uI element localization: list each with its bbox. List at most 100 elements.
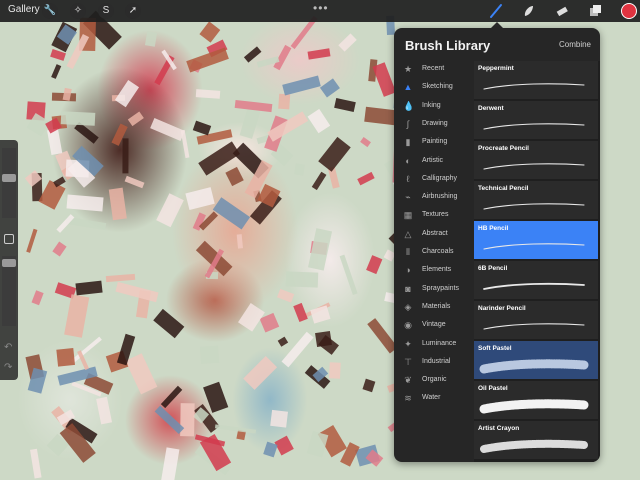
modify-button[interactable] — [4, 234, 14, 244]
brush-name: 6B Pencil — [478, 265, 508, 272]
paint-stroke — [317, 136, 350, 172]
paint-stroke — [363, 379, 377, 393]
paint-stroke — [114, 79, 140, 108]
paint-stroke — [56, 348, 76, 368]
brush-name: Oil Pastel — [478, 385, 508, 392]
brush-item[interactable]: Artist Crayon — [474, 421, 598, 459]
paint-stroke — [160, 447, 179, 480]
brush-name: Procreate Pencil — [478, 145, 529, 152]
category-label: Drawing — [422, 119, 448, 127]
combine-button[interactable]: Combine — [559, 40, 591, 49]
redo-icon[interactable]: ↷ — [4, 362, 12, 373]
sparkle-icon: ✦ — [404, 338, 412, 349]
selection-icon[interactable]: S — [98, 3, 114, 19]
top-toolbar: Gallery 🔧 ✧ S ➚ ••• — [0, 0, 640, 22]
category-industrial[interactable]: ⊤ Industrial — [394, 355, 472, 371]
brush-item[interactable]: Procreate Pencil — [474, 141, 598, 179]
paintbrush-icon: ▮ — [405, 137, 411, 148]
brush-item[interactable]: Technical Pencil — [474, 181, 598, 219]
brush-name: Soft Pastel — [478, 345, 512, 352]
paint-stroke — [51, 64, 62, 80]
category-label: Luminance — [422, 339, 457, 347]
brush-name: HB Pencil — [478, 225, 509, 232]
brush-list: Peppermint Derwent Procreate Pencil Technic… — [474, 61, 600, 462]
brush-item[interactable]: Narinder Pencil — [474, 301, 598, 339]
category-drawing[interactable]: ∫ Drawing — [394, 117, 472, 133]
paint-stroke — [365, 449, 385, 467]
category-sketching[interactable]: ▲ Sketching — [394, 80, 472, 96]
paint-stroke — [294, 163, 306, 176]
eraser-icon[interactable] — [554, 3, 570, 19]
category-materials[interactable]: ◈ Materials — [394, 300, 472, 316]
brush-name: Narinder Pencil — [478, 305, 526, 312]
paint-stroke — [262, 441, 278, 457]
category-elements[interactable]: ◑ Elements — [394, 263, 472, 279]
undo-icon[interactable]: ↶ — [4, 342, 12, 353]
texture-icon: ▦ — [403, 210, 413, 221]
star-icon: ★ — [403, 64, 413, 74]
paint-stroke — [199, 345, 219, 365]
charcoal-icon: ⦀ — [406, 247, 410, 257]
magic-wand-icon[interactable]: ✧ — [70, 3, 86, 19]
brush-size-thumb[interactable] — [2, 174, 16, 182]
paint-stroke — [307, 48, 330, 60]
paint-stroke — [270, 410, 288, 428]
category-water[interactable]: ≋ Water — [394, 391, 472, 407]
category-label: Inking — [422, 101, 441, 109]
brush-icon[interactable] — [488, 3, 504, 19]
category-label: Airbrushing — [422, 193, 458, 201]
brush-item[interactable]: 6B Pencil — [474, 261, 598, 299]
category-spraypaints[interactable]: ◙ Spraypaints — [394, 282, 472, 298]
brush-item[interactable]: Oil Pastel — [474, 381, 598, 419]
wrench-icon[interactable]: 🔧 — [42, 3, 58, 19]
category-label: Textures — [422, 211, 449, 219]
paint-stroke — [128, 111, 145, 127]
paint-stroke — [276, 288, 295, 303]
transform-arrow-icon[interactable]: ➚ — [125, 3, 141, 19]
brush-stroke-preview — [483, 282, 585, 290]
category-label: Calligraphy — [422, 174, 458, 182]
category-organic[interactable]: ❦ Organic — [394, 373, 472, 389]
airbrush-icon: ⌁ — [405, 192, 411, 203]
brush-size-slider[interactable] — [2, 148, 16, 218]
category-inking[interactable]: 💧 Inking — [394, 99, 472, 115]
paint-stroke — [281, 75, 321, 96]
triangle-icon: △ — [404, 228, 412, 239]
paint-stroke — [185, 186, 215, 210]
category-luminance[interactable]: ✦ Luminance — [394, 337, 472, 353]
paint-stroke — [153, 309, 184, 338]
category-abstract[interactable]: △ Abstract — [394, 227, 472, 243]
category-label: Painting — [422, 138, 448, 146]
category-textures[interactable]: ▦ Textures — [394, 208, 472, 224]
brush-item[interactable]: HB Pencil — [474, 221, 598, 259]
layers-icon[interactable] — [587, 3, 603, 19]
opacity-thumb[interactable] — [2, 259, 16, 267]
paint-stroke — [215, 424, 257, 434]
brush-item[interactable]: Peppermint — [474, 61, 598, 99]
brush-stroke-preview — [480, 439, 588, 453]
paint-stroke — [243, 45, 262, 62]
brush-library-panel: Brush Library Combine ★ Recent ▲ Sketching 💧… — [394, 28, 600, 462]
color-picker-button[interactable] — [621, 3, 637, 19]
category-painting[interactable]: ▮ Painting — [394, 135, 472, 151]
paint-stroke — [307, 430, 329, 458]
category-airbrushing[interactable]: ⌁ Airbrushing — [394, 190, 472, 206]
paint-stroke — [46, 128, 62, 155]
paint-stroke — [334, 98, 356, 113]
more-options-button[interactable]: ••• — [313, 1, 329, 15]
brush-item[interactable]: Derwent — [474, 101, 598, 139]
brush-item[interactable]: Soft Pastel — [474, 341, 598, 379]
smudge-icon[interactable] — [521, 3, 537, 19]
category-charcoals[interactable]: ⦀ Charcoals — [394, 245, 472, 261]
brush-stroke-preview — [483, 163, 585, 170]
category-label: Spraypaints — [422, 284, 459, 292]
category-recent[interactable]: ★ Recent — [394, 62, 472, 78]
category-calligraphy[interactable]: ℓ Calligraphy — [394, 172, 472, 188]
cube-icon: ◈ — [404, 301, 412, 312]
category-vintage[interactable]: ◉ Vintage — [394, 318, 472, 334]
paint-stroke — [64, 293, 90, 338]
gallery-button[interactable]: Gallery — [8, 4, 40, 15]
paint-stroke — [338, 33, 357, 52]
category-artistic[interactable]: ◐ Artistic — [394, 154, 472, 170]
paint-stroke — [75, 280, 103, 295]
